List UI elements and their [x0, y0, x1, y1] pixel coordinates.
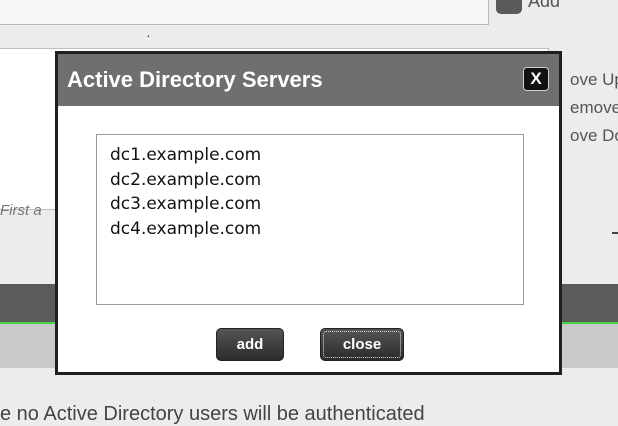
list-item[interactable]: dc4.example.com — [110, 217, 523, 242]
divider-tick — [612, 232, 618, 234]
background-add-label: Add — [528, 0, 561, 11]
list-item[interactable]: dc1.example.com — [110, 143, 523, 168]
plus-icon — [496, 0, 522, 14]
move-up-link[interactable]: ove Up — [570, 66, 618, 94]
list-actions: ove Up emove ove Do — [570, 66, 618, 150]
move-down-link[interactable]: ove Do — [570, 122, 618, 150]
close-icon[interactable]: X — [523, 67, 549, 91]
dialog-title: Active Directory Servers — [67, 67, 323, 92]
close-button-label: close — [323, 331, 401, 358]
background-add-button[interactable]: Add — [496, 0, 560, 14]
add-button[interactable]: add — [216, 328, 284, 361]
background-notice-text: e no Active Directory users will be auth… — [0, 403, 425, 425]
list-item[interactable]: dc2.example.com — [110, 168, 523, 193]
remove-link[interactable]: emove — [570, 94, 618, 122]
hostname-input[interactable] — [0, 0, 489, 25]
server-list[interactable]: dc1.example.com dc2.example.com dc3.exam… — [96, 134, 524, 305]
dialog-header: Active Directory Servers X — [58, 54, 559, 106]
list-item[interactable]: dc3.example.com — [110, 192, 523, 217]
hint-text: First a — [0, 202, 42, 219]
separator-dot: · — [146, 27, 151, 43]
close-button[interactable]: close — [320, 328, 404, 361]
active-directory-dialog: Active Directory Servers X dc1.example.c… — [55, 51, 562, 375]
